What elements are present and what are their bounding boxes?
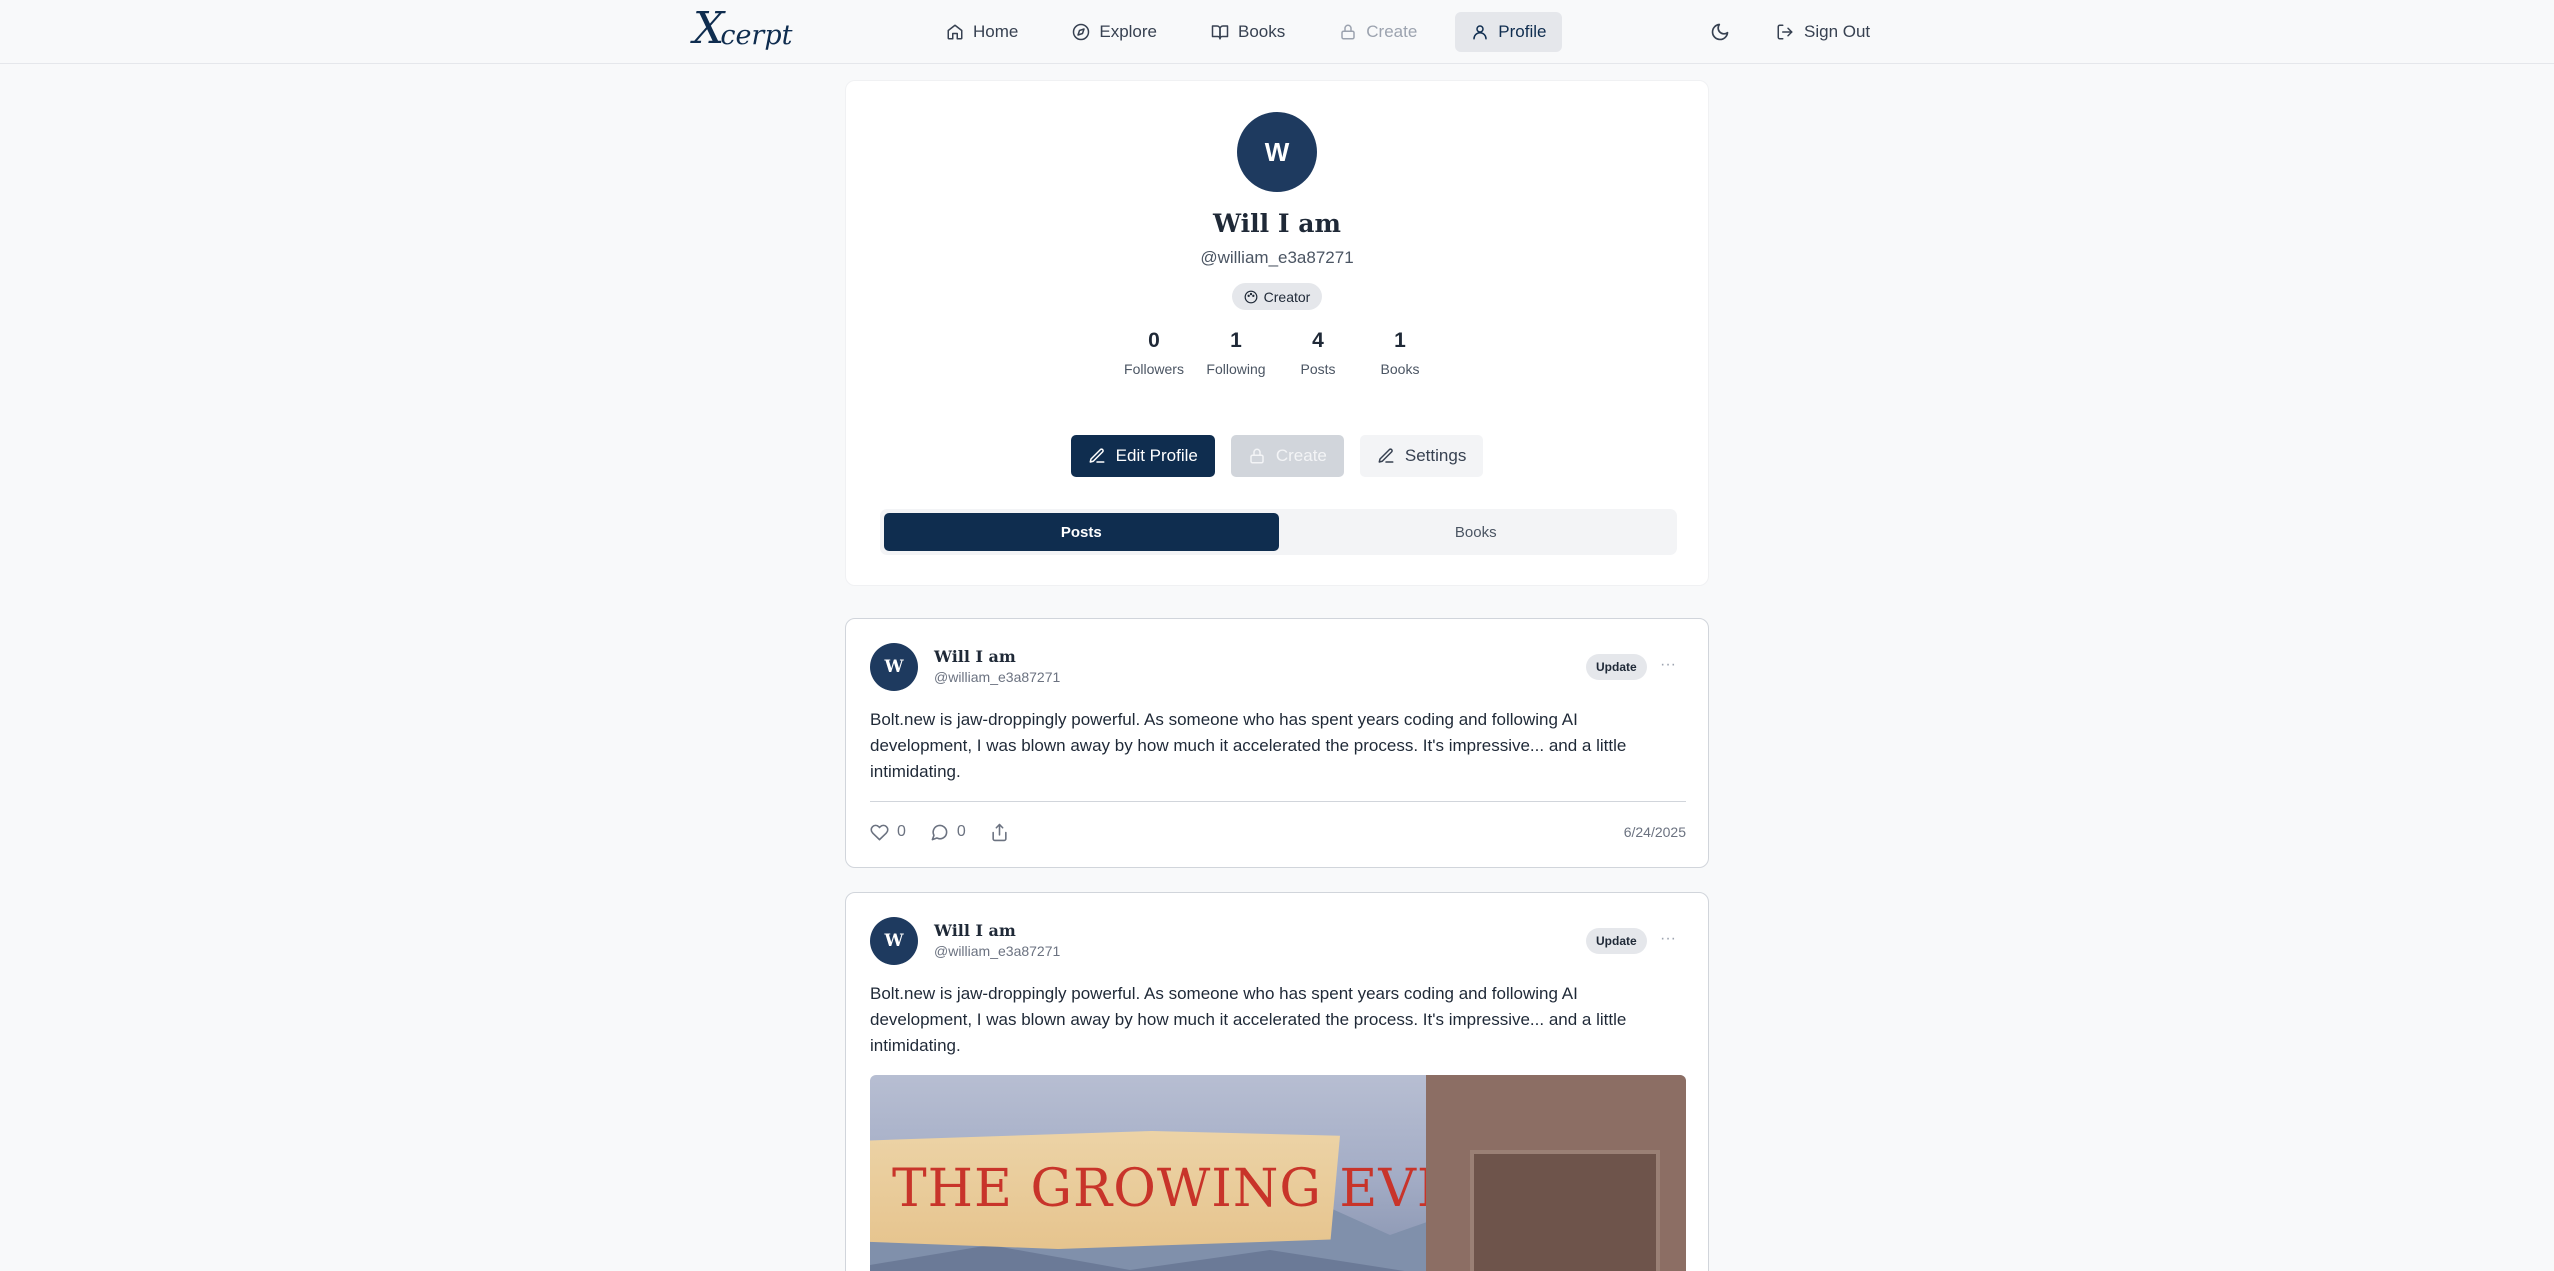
- comment-button[interactable]: 0: [930, 823, 966, 842]
- create-button-label: Create: [1275, 446, 1327, 465]
- stat-posts: 4 Posts: [1288, 329, 1348, 377]
- nav-home[interactable]: Home: [930, 12, 1034, 52]
- profile-avatar: W: [1237, 112, 1317, 192]
- post-divider: [870, 801, 1686, 802]
- profile-card: W Will I am @william_e3a87271 Creator 0 …: [845, 80, 1709, 586]
- nav-books[interactable]: Books: [1195, 12, 1301, 52]
- palette-icon: [1244, 290, 1258, 303]
- creator-badge: Creator: [1231, 283, 1323, 310]
- nav-profile-label: Profile: [1498, 22, 1547, 41]
- nav-home-label: Home: [973, 22, 1019, 41]
- compass-icon: [1073, 23, 1090, 41]
- xcerpt-logo[interactable]: X cerpt: [693, 6, 792, 52]
- like-count: 0: [897, 823, 906, 840]
- edit-profile-button[interactable]: Edit Profile: [1070, 435, 1215, 477]
- stat-followers-value: 0: [1148, 329, 1160, 352]
- stat-following-value: 1: [1230, 329, 1242, 352]
- profile-handle: @william_e3a87271: [1200, 248, 1354, 267]
- nav-books-label: Books: [1238, 22, 1286, 41]
- heart-icon: [870, 824, 889, 840]
- post-avatar[interactable]: W: [870, 643, 918, 691]
- profile-tabs: Posts Books: [880, 509, 1677, 555]
- image-title: THE GROWING EVIL: [892, 1159, 1474, 1219]
- nav-explore[interactable]: Explore: [1056, 12, 1173, 52]
- profile-actions: Edit Profile Create Settings: [846, 435, 1708, 477]
- log-out-icon: [1777, 24, 1793, 40]
- stat-books: 1 Books: [1370, 329, 1430, 377]
- post-image[interactable]: THE GROWING EVIL: [870, 1075, 1686, 1271]
- comment-count: 0: [956, 823, 966, 840]
- stat-books-value: 1: [1394, 329, 1406, 352]
- more-options-button[interactable]: ···: [1656, 653, 1680, 677]
- stat-followers[interactable]: 0 Followers: [1124, 329, 1184, 377]
- nav-explore-label: Explore: [1099, 22, 1157, 41]
- nav-links: Home Explore Books Create Profile: [930, 12, 1584, 52]
- post-card: W Will I am @william_e3a87271 Update ···…: [845, 618, 1709, 868]
- nav-right: Sign Out: [1700, 12, 1882, 52]
- post-avatar[interactable]: W: [870, 917, 918, 965]
- stat-posts-label: Posts: [1300, 361, 1336, 377]
- post-card: W Will I am @william_e3a87271 Update ···…: [845, 892, 1709, 1271]
- nav-create-label: Create: [1366, 22, 1418, 41]
- post-author-name[interactable]: Will I am: [934, 647, 1016, 666]
- stat-posts-value: 4: [1312, 329, 1324, 352]
- pencil-icon: [1378, 448, 1394, 463]
- tab-books[interactable]: Books: [1279, 513, 1674, 551]
- lock-icon: [1341, 24, 1355, 40]
- post-author-handle: @william_e3a87271: [934, 669, 1061, 685]
- comment-icon: [931, 824, 948, 840]
- share-icon: [992, 823, 1007, 841]
- settings-button-label: Settings: [1404, 446, 1467, 465]
- more-options-button[interactable]: ···: [1656, 927, 1680, 951]
- nav-create[interactable]: Create: [1323, 12, 1433, 52]
- user-icon: [1473, 25, 1488, 40]
- top-nav: X cerpt Home Explore Books Create Profil…: [0, 0, 2554, 64]
- stat-books-label: Books: [1380, 361, 1420, 377]
- sign-out-button[interactable]: Sign Out: [1764, 12, 1882, 52]
- share-button[interactable]: [990, 823, 1017, 842]
- logo-text: cerpt: [720, 19, 793, 51]
- home-icon: [947, 24, 963, 40]
- post-author-name[interactable]: Will I am: [934, 921, 1016, 940]
- like-button[interactable]: 0: [870, 823, 906, 842]
- moon-icon: [1711, 23, 1729, 41]
- stat-followers-label: Followers: [1124, 361, 1184, 377]
- stat-following-label: Following: [1206, 361, 1266, 377]
- nav-profile[interactable]: Profile: [1455, 12, 1563, 52]
- sign-out-label: Sign Out: [1804, 22, 1871, 41]
- tab-posts[interactable]: Posts: [884, 513, 1279, 551]
- door: [1470, 1150, 1660, 1271]
- stat-following[interactable]: 1 Following: [1206, 329, 1266, 377]
- pencil-icon: [1089, 448, 1105, 463]
- post-footer: 0 0 6/24/2025: [870, 819, 1686, 845]
- post-text: Bolt.new is jaw-droppingly powerful. As …: [870, 984, 1627, 1055]
- lock-icon: [1250, 448, 1264, 464]
- post-type-badge: Update: [1586, 654, 1647, 680]
- post-author-handle: @william_e3a87271: [934, 943, 1061, 959]
- book-open-icon: [1211, 25, 1229, 40]
- edit-profile-label: Edit Profile: [1115, 446, 1198, 465]
- post-date: 6/24/2025: [1623, 824, 1686, 840]
- create-button[interactable]: Create: [1230, 435, 1344, 477]
- post-type-badge: Update: [1586, 928, 1647, 954]
- post-text: Bolt.new is jaw-droppingly powerful. As …: [870, 710, 1627, 781]
- profile-stats: 0 Followers 1 Following 4 Posts 1 Books: [846, 329, 1708, 377]
- profile-name: Will I am: [1213, 209, 1341, 238]
- theme-toggle-button[interactable]: [1700, 12, 1740, 52]
- settings-button[interactable]: Settings: [1359, 435, 1484, 477]
- creator-badge-label: Creator: [1263, 288, 1311, 305]
